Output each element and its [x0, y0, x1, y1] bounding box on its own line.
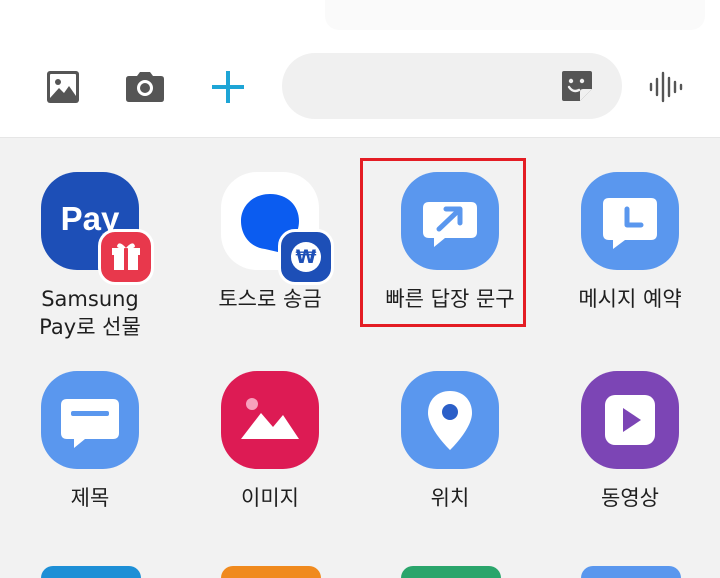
app-label: 동영상 — [601, 486, 659, 510]
highlight-box — [360, 158, 526, 327]
camera-icon[interactable] — [125, 69, 165, 103]
gallery-icon[interactable] — [45, 69, 81, 105]
subject-icon — [41, 371, 139, 469]
partial-app-icon — [41, 566, 141, 578]
schedule-message-icon — [581, 172, 679, 270]
app-label: 이미지 — [241, 486, 299, 510]
video-icon — [581, 371, 679, 469]
message-input[interactable] — [282, 53, 622, 119]
toolbar-divider — [0, 137, 720, 138]
voice-icon[interactable] — [648, 70, 684, 104]
won-icon: ₩ — [278, 229, 334, 285]
partial-app-icon — [401, 566, 501, 578]
gift-icon — [98, 229, 154, 285]
plus-icon[interactable] — [207, 66, 249, 108]
sticker-icon[interactable] — [560, 69, 594, 103]
location-icon — [401, 371, 499, 469]
app-label: 위치 — [430, 486, 470, 510]
message-preview-strip — [325, 0, 705, 30]
app-label: 제목 — [70, 486, 110, 510]
image-icon — [221, 371, 319, 469]
partial-app-icon — [581, 566, 681, 578]
app-label: Samsung Pay로 선물 — [39, 287, 141, 339]
app-label: 토스로 송금 — [218, 287, 322, 311]
compose-toolbar — [0, 0, 720, 137]
won-badge-text: ₩ — [295, 246, 317, 268]
app-label: 메시지 예약 — [578, 287, 682, 311]
partial-app-icon — [221, 566, 321, 578]
